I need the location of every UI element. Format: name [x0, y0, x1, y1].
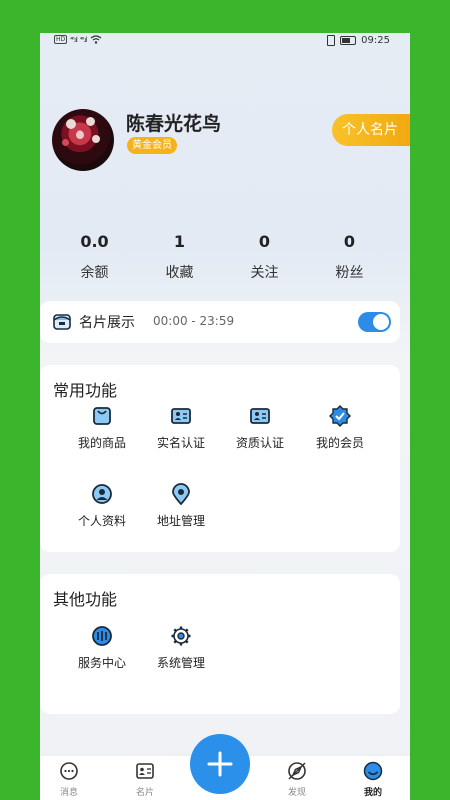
- id-card-icon: [171, 408, 191, 424]
- signal-icon: ⁴⁶.ıl: [70, 35, 78, 44]
- service-center-icon: [92, 626, 112, 646]
- username: 陈春光花鸟: [126, 113, 222, 135]
- tab-label: 消息: [59, 788, 78, 798]
- vip-badge: 黄金会员: [127, 137, 177, 154]
- certificate-icon: [250, 408, 270, 424]
- membership-badge-icon: [329, 405, 351, 427]
- discover-icon: [288, 762, 306, 780]
- profile-icon: [92, 484, 112, 504]
- toggle-knob: [373, 314, 389, 330]
- service-center-button[interactable]: 服务中心: [62, 625, 142, 685]
- avatar[interactable]: [52, 109, 114, 171]
- card-showcase-time: 00:00 - 23:59: [153, 314, 235, 328]
- tab-card[interactable]: 名片: [117, 761, 173, 798]
- stat-following[interactable]: 0 关注: [222, 231, 307, 282]
- stat-label: 收藏: [165, 265, 194, 281]
- panel-title: 常用功能: [53, 381, 118, 400]
- status-bar: HD ⁴⁶.ıl ⁴⁶.ıl 09:25: [40, 33, 410, 49]
- stat-value: 0: [258, 232, 271, 251]
- function-label: 地址管理: [156, 514, 205, 528]
- panel-title: 其他功能: [53, 590, 118, 609]
- location-pin-icon: [172, 483, 190, 505]
- tab-me[interactable]: 我的: [345, 761, 401, 798]
- battery-icon: [340, 36, 357, 45]
- tab-messages[interactable]: 消息: [41, 761, 97, 798]
- card-showcase-title: 名片展示: [79, 315, 135, 331]
- tab-label: 名片: [135, 788, 154, 798]
- stat-value: 0: [343, 232, 356, 251]
- function-label: 我的商品: [77, 436, 126, 450]
- signal-icon: ⁴⁶.ıl: [79, 35, 88, 44]
- message-icon: [60, 762, 78, 780]
- stat-value: 0.0: [80, 232, 109, 251]
- function-label: 个人资料: [77, 514, 126, 528]
- add-fab-button[interactable]: [190, 734, 250, 794]
- shopping-bag-icon: [93, 407, 111, 425]
- common-functions-panel: 常用功能 我的商品 实名认证 资质认证 我的会员 个人资料 地址管理: [40, 365, 400, 552]
- me-icon: [363, 761, 383, 781]
- stat-label: 余额: [80, 265, 109, 281]
- function-label: 服务中心: [77, 656, 126, 670]
- stat-fans[interactable]: 0 粉丝: [307, 231, 392, 282]
- real-name-auth-button[interactable]: 实名认证: [141, 405, 221, 465]
- vibrate-icon: [327, 35, 336, 46]
- function-label: 实名认证: [156, 436, 205, 450]
- personal-info-button[interactable]: 个人资料: [62, 483, 142, 543]
- address-management-button[interactable]: 地址管理: [141, 483, 221, 543]
- system-management-button[interactable]: 系统管理: [141, 625, 221, 685]
- stats-row: 0.0 余额 1 收藏 0 关注 0 粉丝: [40, 231, 410, 282]
- tab-label: 我的: [363, 788, 382, 798]
- function-label: 系统管理: [156, 656, 205, 670]
- plus-icon: [207, 751, 233, 777]
- business-card-button[interactable]: 个人名片: [332, 114, 410, 146]
- hd-indicator: HD: [54, 35, 68, 44]
- stat-value: 1: [173, 232, 186, 251]
- my-membership-button[interactable]: 我的会员: [300, 405, 380, 465]
- clock: 09:25: [361, 35, 390, 46]
- stat-favorites[interactable]: 1 收藏: [137, 231, 222, 282]
- card-showcase-row: 名片展示 00:00 - 23:59: [40, 301, 400, 343]
- function-label: 我的会员: [315, 436, 364, 450]
- stat-label: 关注: [250, 265, 279, 281]
- other-functions-panel: 其他功能 服务中心 系统管理: [40, 574, 400, 714]
- settings-gear-icon: [171, 626, 191, 646]
- tab-discover[interactable]: 发现: [269, 761, 325, 798]
- card-icon: [136, 763, 154, 779]
- my-products-button[interactable]: 我的商品: [62, 405, 142, 465]
- card-showcase-icon: [53, 314, 71, 330]
- qualification-auth-button[interactable]: 资质认证: [220, 405, 300, 465]
- app-screen: HD ⁴⁶.ıl ⁴⁶.ıl 09:25 陈春光花鸟 黄金会员 个人名片 0.0…: [40, 33, 410, 800]
- card-showcase-toggle[interactable]: [358, 312, 391, 332]
- wifi-icon: [90, 35, 101, 44]
- stat-label: 粉丝: [335, 265, 364, 281]
- function-label: 资质认证: [235, 436, 284, 450]
- tab-label: 发现: [287, 788, 306, 798]
- stat-balance[interactable]: 0.0 余额: [52, 231, 137, 282]
